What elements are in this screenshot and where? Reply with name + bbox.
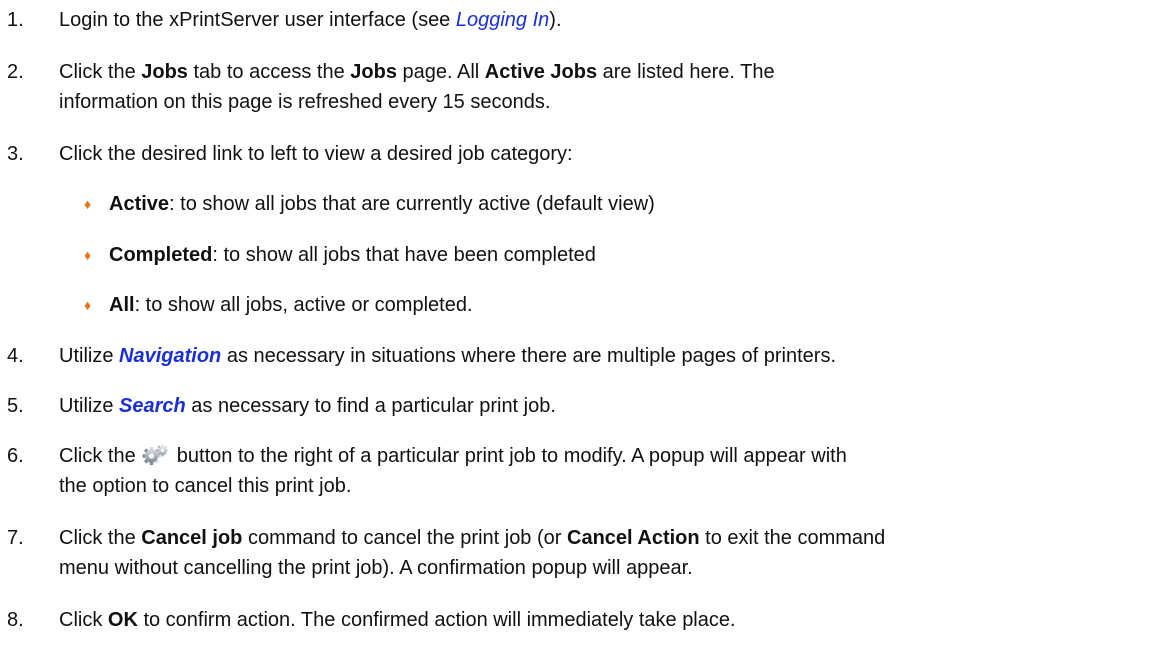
step-text: Click the Jobs tab to access the Jobs pa… [59,58,1164,87]
text-segment: are listed here. The [597,61,775,83]
cancel-action-term: Cancel Action [567,527,700,549]
text-segment: Click the [59,527,142,549]
text-segment: command to cancel the print job (or [242,527,567,549]
all-term: All [109,294,135,316]
text-segment: Utilize [59,345,120,367]
step-text: Utilize Navigation as necessary in situa… [59,342,1164,371]
diamond-bullet-icon: ♦ [84,196,92,212]
step-number: 7. [7,527,24,549]
step-number: 5. [7,395,24,417]
step-number: 8. [7,609,24,631]
text-segment: : to show all jobs, active or completed. [134,294,473,316]
step-text: Login to the xPrintServer user interface… [59,6,1164,35]
bullet-text: All: to show all jobs, active or complet… [109,291,473,320]
text-segment: to confirm action. The confirmed action … [137,609,736,631]
gear-icon [142,444,169,465]
text-segment: Click [59,609,108,631]
text-segment: Click the [59,61,142,83]
text-segment: Click the [59,445,142,467]
step-text: Click the Cancel job command to cancel t… [59,524,1164,553]
ok-term: OK [107,609,138,631]
cancel-job-term: Cancel job [141,527,243,549]
step-text: Click OK to confirm action. The confirme… [59,606,1164,635]
step-text: Click the button to the right of a parti… [59,442,1164,471]
search-link[interactable]: Search [119,395,186,417]
step-text: Utilize Search as necessary to find a pa… [59,392,1164,421]
text-segment: : to show all jobs that have been comple… [212,244,596,266]
diamond-bullet-icon: ♦ [84,297,92,313]
step-number: 3. [7,143,24,165]
text-segment: ). [549,9,562,31]
bullet-text: Active: to show all jobs that are curren… [109,190,655,219]
diamond-bullet-icon: ♦ [84,247,92,263]
step-text: the option to cancel this print job. [59,475,352,497]
logging-in-link[interactable]: Logging In [456,9,549,31]
jobs-page-term: Jobs [350,61,397,83]
navigation-link[interactable]: Navigation [119,345,221,367]
step-text: menu without cancelling the print job). … [59,557,693,579]
text-segment: Utilize [59,395,120,417]
step-text: information on this page is refreshed ev… [59,91,551,113]
text-segment: as necessary in situations where there a… [221,345,837,367]
step-text: Click the desired link to left to view a… [59,143,573,165]
step-number: 4. [7,345,24,367]
active-term: Active [109,193,170,215]
step-number: 1. [7,9,24,31]
text-segment: button to the right of a particular prin… [171,445,847,467]
text-segment: page. All [396,61,485,83]
text-segment: Login to the xPrintServer user interface… [59,9,456,31]
completed-term: Completed [109,244,213,266]
active-jobs-term: Active Jobs [484,61,598,83]
text-segment: as necessary to find a particular print … [185,395,556,417]
bullet-text: Completed: to show all jobs that have be… [109,241,596,270]
jobs-tab-term: Jobs [141,61,188,83]
text-segment: tab to access the [187,61,351,83]
text-segment: to exit the command [699,527,886,549]
step-number: 2. [7,61,24,83]
text-segment: : to show all jobs that are currently ac… [169,193,655,215]
step-number: 6. [7,445,24,467]
